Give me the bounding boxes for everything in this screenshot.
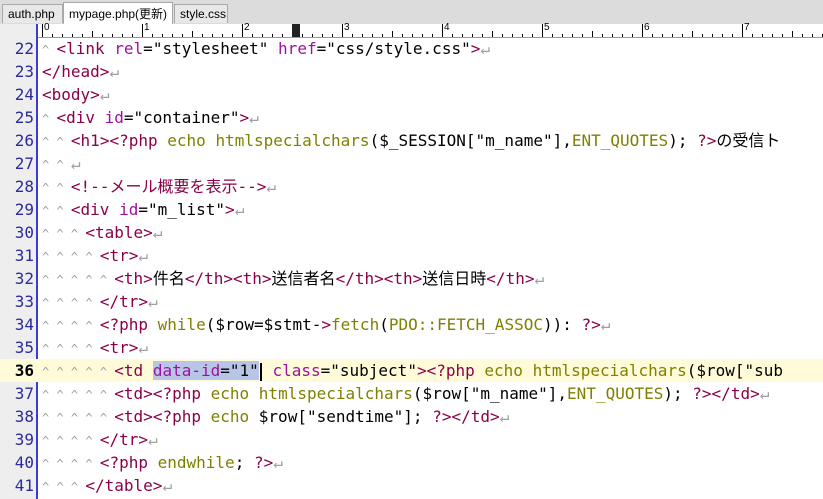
code-text[interactable]: ^ ^ <!--メール概要を表示-->↵ [42,175,276,200]
code-text[interactable]: ^ <div id="container">↵ [42,106,259,131]
code-line[interactable]: 31 ^ ^ ^ ^ <tr>↵ [0,244,823,267]
line-number: 30 [14,223,34,242]
code-text[interactable]: ^ ^ ^ ^ <?php endwhile; ?>↵ [42,451,283,476]
line-number: 23 [14,62,34,81]
tab-style-css[interactable]: style.css [174,4,228,23]
code-line[interactable]: 25 ^ <div id="container">↵ [0,106,823,129]
code-line[interactable]: 38 ^ ^ ^ ^ ^ <td><?php echo $row["sendtim… [0,405,823,428]
code-text[interactable]: ^ ^ ^ ^ </tr>↵ [42,428,158,453]
line-number: 31 [14,246,34,265]
ruler-tick [142,24,143,37]
code-text[interactable]: <body>↵ [42,83,109,106]
ruler-mark: 7 [744,22,750,33]
line-number: 32 [14,269,34,288]
ruler-mark: 1 [144,22,150,33]
column-ruler: 0 1 2 3 4 5 6 7 [38,22,823,38]
code-text[interactable]: ^ ^ ^ ^ <tr>↵ [42,244,148,269]
ruler-mark: 2 [244,22,250,33]
code-line[interactable]: 40 ^ ^ ^ ^ <?php endwhile; ?>↵ [0,451,823,474]
ruler-tick [42,24,43,37]
code-line[interactable]: 24 <body>↵ [0,83,823,106]
code-text[interactable]: ^ ^ ^ ^ </tr>↵ [42,290,158,315]
code-line[interactable]: 37 ^ ^ ^ ^ ^ <td><?php echo htmlspecialch… [0,382,823,405]
tab-label: auth.php [8,7,55,21]
code-text[interactable]: ^ ^ ^ ^ ^ <td><?php echo htmlspecialchar… [42,382,769,407]
line-number: 39 [14,430,34,449]
line-number: 33 [14,292,34,311]
line-number: 38 [14,407,34,426]
code-text[interactable]: ^ <link rel="stylesheet" href="css/style… [42,37,490,62]
code-line[interactable]: 39 ^ ^ ^ ^ </tr>↵ [0,428,823,451]
line-number: 41 [14,476,34,495]
code-line[interactable]: 33 ^ ^ ^ ^ </tr>↵ [0,290,823,313]
code-text[interactable]: ^ ^ ^ </table>↵ [42,474,172,499]
code-line[interactable]: 23 </head>↵ [0,60,823,83]
line-number: 24 [14,85,34,104]
code-text[interactable]: ^ ^ ^ ^ ^ <td data-id="1" class="subject… [42,359,783,384]
code-line[interactable]: 22 ^ <link rel="stylesheet" href="css/sty… [0,37,823,60]
code-line[interactable]: 32 ^ ^ ^ ^ ^ <th>件名</th><th>送信者名</th><th>… [0,267,823,290]
line-number: 34 [14,315,34,334]
line-number: 25 [14,108,34,127]
ruler-mark: 6 [644,22,650,33]
line-number: 26 [14,131,34,150]
tab-auth-php[interactable]: auth.php [2,4,63,23]
code-line[interactable]: 36 ^ ^ ^ ^ ^ <td data-id="1" class="subje… [0,359,823,382]
code-line[interactable]: 34 ^ ^ ^ ^ <?php while($row=$stmt->fetch(… [0,313,823,336]
line-number: 27 [14,154,34,173]
line-number: 28 [14,177,34,196]
ruler-mark: 4 [444,22,450,33]
ruler-tick [542,24,543,37]
tab-bar: auth.php mypage.php(更新) style.css [0,0,823,25]
code-line[interactable]: 29 ^ ^ <div id="m_list">↵ [0,198,823,221]
code-text[interactable]: ^ ^ ^ ^ <tr>↵ [42,336,148,361]
code-line[interactable]: 27 ^ ^ ↵ [0,152,823,175]
line-number: 37 [14,384,34,403]
code-text[interactable]: ^ ^ ↵ [42,152,81,177]
code-line[interactable]: 41 ^ ^ ^ </table>↵ [0,474,823,497]
tab-mypage-php[interactable]: mypage.php(更新) [63,2,173,25]
line-number: 36 [14,361,34,380]
code-text[interactable]: ^ ^ ^ <table>↵ [42,221,162,246]
code-text[interactable]: ^ ^ <h1><?php echo htmlspecialchars($_SE… [42,129,780,154]
tab-label: mypage.php(更新) [69,7,168,21]
ruler-cursor-marker [292,24,300,37]
code-text[interactable]: ^ ^ ^ ^ ^ <th>件名</th><th>送信者名</th><th>送信… [42,267,544,292]
ruler-mark: 3 [344,22,350,33]
text-cursor [259,362,262,381]
line-number: 22 [14,39,34,58]
tab-label: style.css [180,7,227,21]
line-number: 29 [14,200,34,219]
code-line[interactable]: 26 ^ ^ <h1><?php echo htmlspecialchars($_… [0,129,823,152]
ruler-tick [242,24,243,37]
line-number: 35 [14,338,34,357]
code-text[interactable]: ^ ^ ^ ^ <?php while($row=$stmt->fetch(PD… [42,313,610,338]
code-text[interactable]: </head>↵ [42,60,119,83]
code-line[interactable]: 35 ^ ^ ^ ^ <tr>↵ [0,336,823,359]
code-text[interactable]: ^ ^ ^ ^ ^ <td><?php echo $row["sendtime"… [42,405,509,430]
code-text[interactable]: ^ ^ <div id="m_list">↵ [42,198,244,223]
ruler-tick [642,24,643,37]
ruler-tick [742,24,743,37]
ruler-mark: 0 [44,22,50,33]
code-line[interactable]: 30 ^ ^ ^ <table>↵ [0,221,823,244]
line-number: 40 [14,453,34,472]
ruler-tick [342,24,343,37]
ruler-mark: 5 [544,22,550,33]
code-line[interactable]: 28 ^ ^ <!--メール概要を表示-->↵ [0,175,823,198]
ruler-tick [442,24,443,37]
